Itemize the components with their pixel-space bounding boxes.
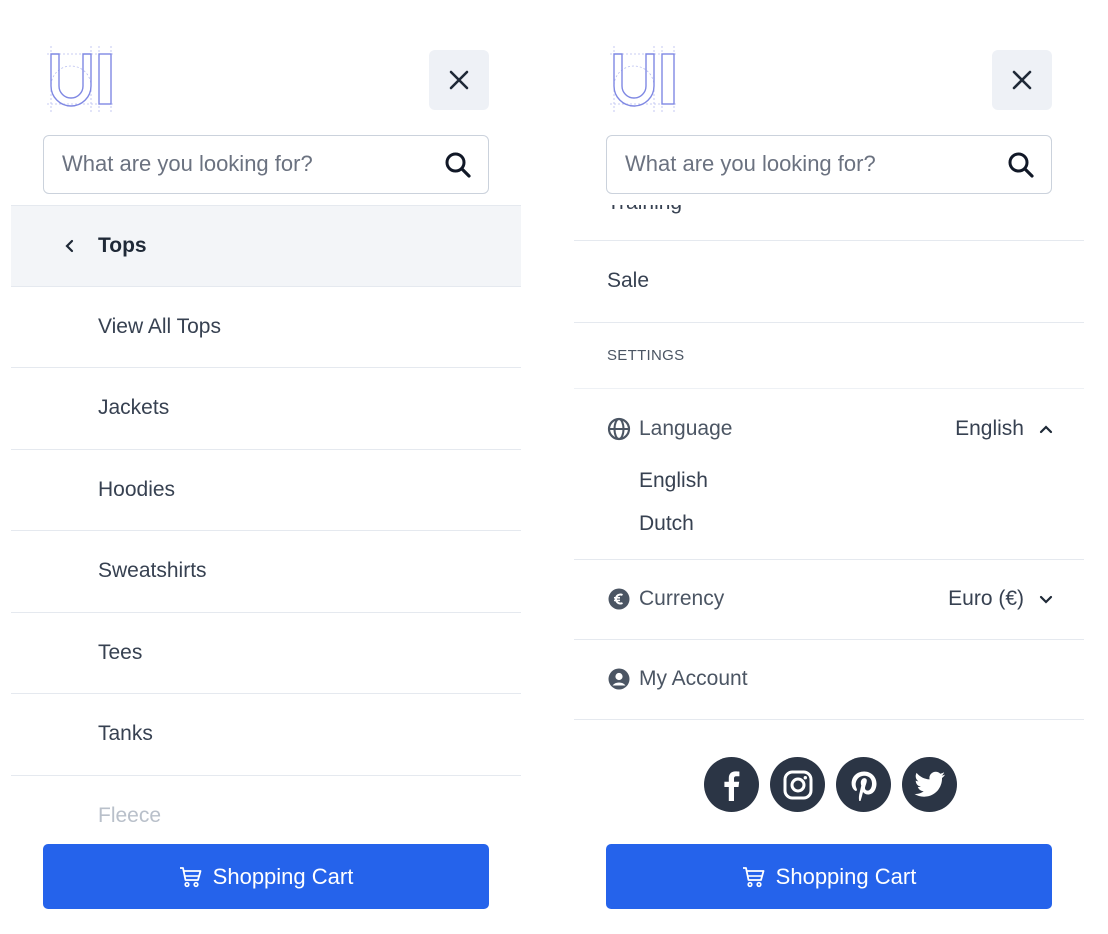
menu-item[interactable]: Tees <box>11 613 521 694</box>
search-input[interactable] <box>62 136 422 192</box>
menu-item[interactable]: View All Tops <box>11 287 521 368</box>
back-to-tops[interactable]: Tops <box>11 205 521 287</box>
chevron-left-icon <box>65 239 74 252</box>
user-circle-icon <box>608 668 630 690</box>
language-option-english[interactable]: English <box>639 459 1084 502</box>
menu-item[interactable]: Hoodies <box>11 450 521 531</box>
shopping-cart-button[interactable]: Shopping Cart <box>43 844 489 909</box>
facebook-icon <box>723 770 739 801</box>
menu-item[interactable]: Fleece <box>11 776 521 831</box>
currency-value: Euro (€) <box>948 587 1024 610</box>
cart-label: Shopping Cart <box>212 863 354 889</box>
settings-menu: Training Sale SETTINGS Language English … <box>574 205 1084 745</box>
instagram-link[interactable] <box>770 757 825 812</box>
category-menu: Tops View All Tops Jackets Hoodies Sweat… <box>11 205 521 830</box>
logo <box>47 46 115 112</box>
pinterest-link[interactable] <box>836 757 891 812</box>
menu-item[interactable]: Sweatshirts <box>11 531 521 613</box>
social-links <box>704 757 957 812</box>
close-button[interactable] <box>992 50 1052 110</box>
cart-label: Shopping Cart <box>775 863 917 889</box>
menu-item[interactable]: Training <box>574 205 1084 241</box>
settings-heading: SETTINGS <box>574 323 1084 389</box>
language-options: English Dutch <box>574 459 1084 560</box>
language-value: English <box>955 416 1024 440</box>
chevron-down-icon <box>1039 595 1053 604</box>
menu-panel-right: Training Sale SETTINGS Language English … <box>574 0 1084 934</box>
shopping-cart-button[interactable]: Shopping Cart <box>606 844 1052 909</box>
cart-icon <box>179 866 202 887</box>
currency-selector[interactable]: Currency Euro (€) <box>574 560 1084 640</box>
language-selector[interactable]: Language English <box>574 389 1084 469</box>
twitter-icon <box>913 771 945 797</box>
language-option-dutch[interactable]: Dutch <box>639 502 1084 545</box>
search-icon[interactable] <box>1007 151 1035 179</box>
twitter-link[interactable] <box>902 757 957 812</box>
logo <box>610 46 678 112</box>
cart-icon <box>742 866 765 887</box>
menu-item[interactable]: Tanks <box>11 694 521 776</box>
my-account-label: My Account <box>639 667 748 690</box>
menu-panel-left: Tops View All Tops Jackets Hoodies Sweat… <box>11 0 521 934</box>
search-box <box>606 135 1052 194</box>
close-icon <box>1012 70 1032 90</box>
menu-item-sale[interactable]: Sale <box>574 241 1084 323</box>
menu-item[interactable]: Jackets <box>11 368 521 450</box>
chevron-up-icon <box>1039 424 1053 433</box>
search-input[interactable] <box>625 136 985 192</box>
globe-icon <box>607 417 631 440</box>
euro-icon <box>608 588 630 610</box>
language-label: Language <box>639 416 733 440</box>
instagram-icon <box>783 770 812 799</box>
search-box <box>43 135 489 194</box>
my-account-link[interactable]: My Account <box>574 640 1084 720</box>
back-label: Tops <box>98 233 147 257</box>
close-button[interactable] <box>429 50 489 110</box>
currency-label: Currency <box>639 587 725 610</box>
close-icon <box>449 70 469 90</box>
search-icon[interactable] <box>444 151 472 179</box>
facebook-link[interactable] <box>704 757 759 812</box>
pinterest-icon <box>851 771 876 801</box>
